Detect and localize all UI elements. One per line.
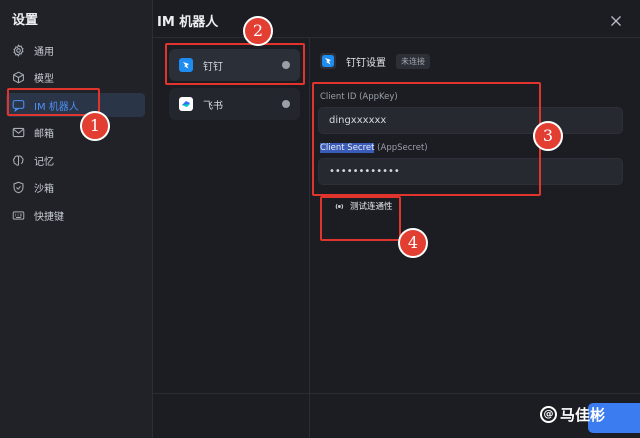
status-badge: 未连接 [396,53,430,69]
watermark-icon: @ [540,406,557,423]
sidebar-item-sandbox[interactable]: 沙箱 [6,176,145,200]
sidebar-nav: 通用 模型 IM 机器人 邮箱 记忆 沙箱 快捷键 [6,38,145,231]
bot-name: 飞书 [203,100,223,112]
toggle-switch[interactable] [282,100,290,108]
annotation-number-3: 3 [533,121,563,151]
settings-sidebar: 设置 通用 模型 IM 机器人 邮箱 记忆 沙箱 快捷键 [0,0,153,438]
sidebar-item-shortcuts[interactable]: 快捷键 [6,203,145,227]
sidebar-item-mail[interactable]: 邮箱 [6,121,145,145]
header-divider [153,37,640,38]
mail-icon [12,126,25,139]
sidebar-title: 设置 [12,13,39,28]
sidebar-item-label: 沙箱 [34,184,54,195]
annotation-number-2: 2 [243,16,273,46]
annotation-number-1: 1 [80,111,110,141]
sidebar-item-general[interactable]: 通用 [6,38,145,62]
annotation-box-4 [320,196,401,241]
panel-header: 钉钉设置 未连接 [320,50,630,72]
sidebar-item-label: 邮箱 [34,129,54,140]
brain-icon [12,154,25,167]
dingtalk-logo-icon [320,53,336,69]
bot-item-feishu[interactable]: 飞书 [169,88,300,120]
sidebar-item-label: 记忆 [34,156,54,168]
sidebar-item-label: 快捷键 [34,211,64,223]
keyboard-icon [12,209,25,222]
close-icon[interactable] [610,12,622,26]
sidebar-item-label: 通用 [34,46,54,58]
feishu-logo-icon [179,97,193,111]
watermark-text: 马佳彬 [560,406,606,424]
cube-icon [12,71,25,84]
sidebar-item-memory[interactable]: 记忆 [6,148,145,172]
footer-divider [153,393,640,394]
annotation-box-1 [7,88,100,116]
shield-icon [12,181,25,194]
dingtalk-settings-panel: 钉钉设置 未连接 Client ID (AppKey) Client Secre… [318,50,630,212]
gear-icon [12,43,25,57]
page-title: IM 机器人 [157,15,219,30]
watermark: @ 马佳彬 [540,404,605,425]
panel-title: 钉钉设置 [346,57,386,69]
sidebar-item-label: 模型 [34,74,54,85]
annotation-box-3 [312,82,541,196]
annotation-number-4: 4 [398,228,428,258]
annotation-box-2 [165,43,305,85]
sidebar-item-model[interactable]: 模型 [6,66,145,90]
column-divider [309,38,310,438]
